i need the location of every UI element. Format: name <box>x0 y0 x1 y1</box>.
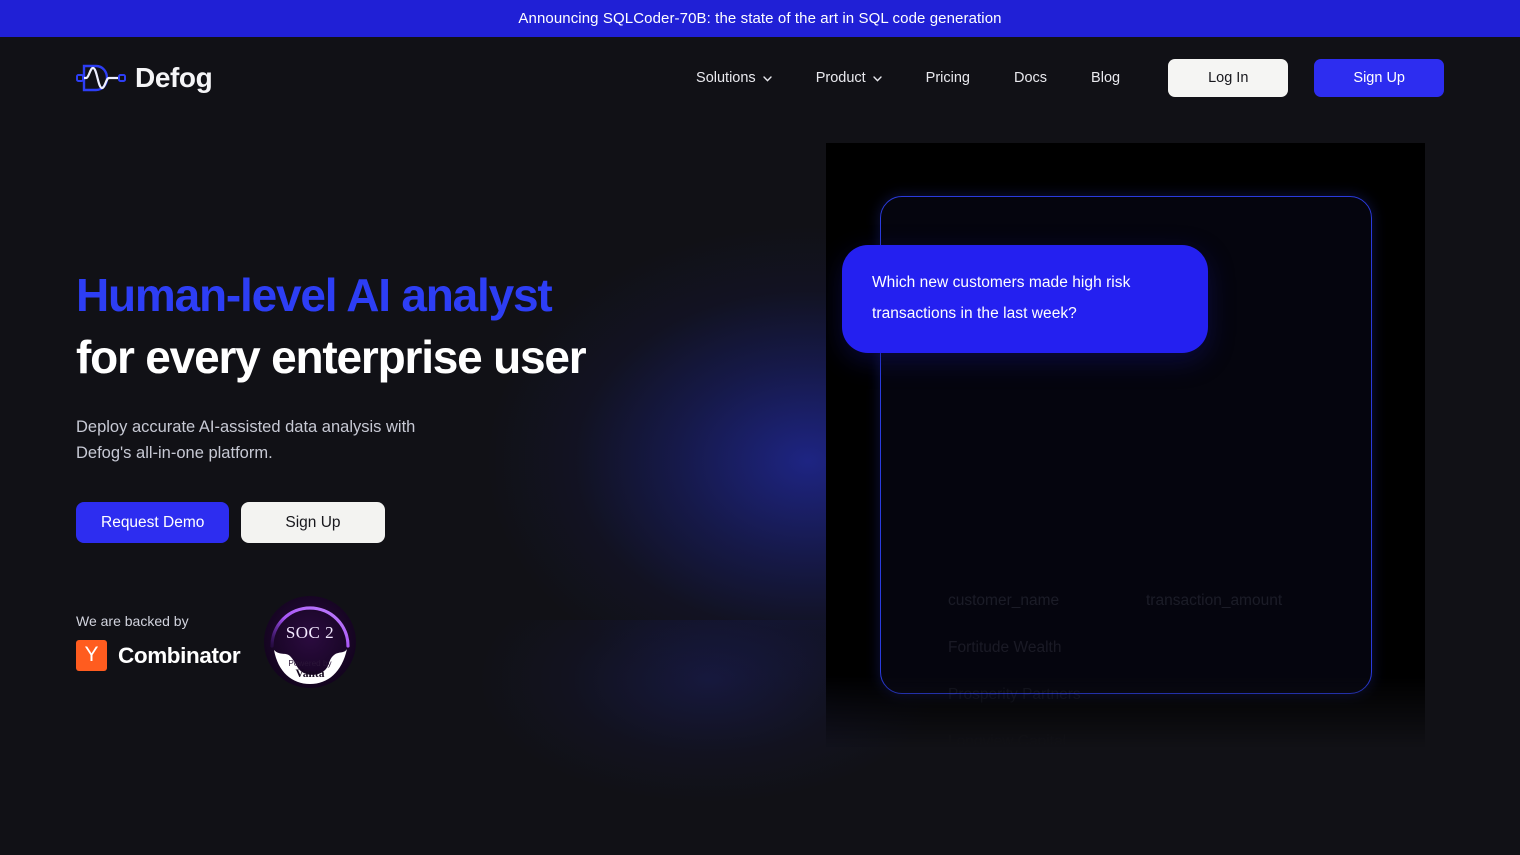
defog-wave-logo-icon <box>76 62 126 94</box>
ycombinator-logo[interactable]: Y Combinator <box>76 640 241 671</box>
ycombinator-letter: Y <box>84 643 99 666</box>
logo[interactable]: Defog <box>76 62 213 94</box>
soc2-vanta-badge[interactable]: SOC 2 Powered by Vanta <box>262 594 358 690</box>
headline-line-1: Human-level AI analyst <box>76 269 553 321</box>
hero-subhead: Deploy accurate AI-assisted data analysi… <box>76 414 496 466</box>
page-title: Human-level AI analyst for every enterpr… <box>76 264 1520 388</box>
login-button[interactable]: Log In <box>1168 59 1289 97</box>
cell-transaction-amount <box>1146 733 1346 747</box>
request-demo-button[interactable]: Request Demo <box>76 502 230 543</box>
signup-button-nav[interactable]: Sign Up <box>1314 59 1444 97</box>
hero-subhead-line-1: Deploy accurate AI-assisted data analysi… <box>76 418 416 436</box>
hero-section: Human-level AI analyst for every enterpr… <box>0 119 1520 690</box>
svg-text:SOC 2: SOC 2 <box>286 623 334 642</box>
nav-item-product[interactable]: Product <box>794 62 904 94</box>
ycombinator-name: Combinator <box>118 642 241 668</box>
chevron-down-icon <box>762 76 772 82</box>
announcement-text: Announcing SQLCoder-70B: the state of th… <box>518 10 1002 27</box>
nav-item-blog[interactable]: Blog <box>1069 62 1142 94</box>
site-header: Defog Solutions Product Pricing Docs Blo… <box>0 37 1520 119</box>
nav-item-pricing[interactable]: Pricing <box>904 62 992 94</box>
announcement-banner[interactable]: Announcing SQLCoder-70B: the state of th… <box>0 0 1520 37</box>
table-row: Prosperity Partners <box>948 686 1378 733</box>
table-row: Longview Capital <box>948 733 1378 747</box>
nav-item-label: Blog <box>1091 70 1121 86</box>
chevron-down-icon <box>872 76 882 82</box>
backed-by-label: We are backed by <box>76 613 189 629</box>
logo-text: Defog <box>135 62 213 93</box>
svg-text:Powered by: Powered by <box>289 659 333 668</box>
nav-item-label: Solutions <box>696 70 756 86</box>
hero-cta-row: Request Demo Sign Up <box>76 502 1520 543</box>
ycombinator-mark-icon: Y <box>76 640 107 671</box>
backed-by-group: We are backed by Y Combinator <box>76 613 241 671</box>
hero-subhead-line-2: Defog's all-in-one platform. <box>76 444 273 462</box>
nav-item-label: Docs <box>1014 70 1048 86</box>
nav-item-solutions[interactable]: Solutions <box>674 62 794 94</box>
signup-button-hero[interactable]: Sign Up <box>241 502 385 543</box>
headline-line-2: for every enterprise user <box>76 331 587 383</box>
nav-item-label: Pricing <box>925 70 970 86</box>
svg-text:Vanta: Vanta <box>296 668 325 680</box>
cell-customer-name: Longview Capital <box>948 733 1067 747</box>
nav-item-docs[interactable]: Docs <box>992 62 1069 94</box>
main-nav: Solutions Product Pricing Docs Blog Log … <box>674 59 1444 97</box>
backers-section: We are backed by Y Combinator SOC 2 Powe… <box>76 594 1520 690</box>
nav-item-label: Product <box>815 70 866 86</box>
